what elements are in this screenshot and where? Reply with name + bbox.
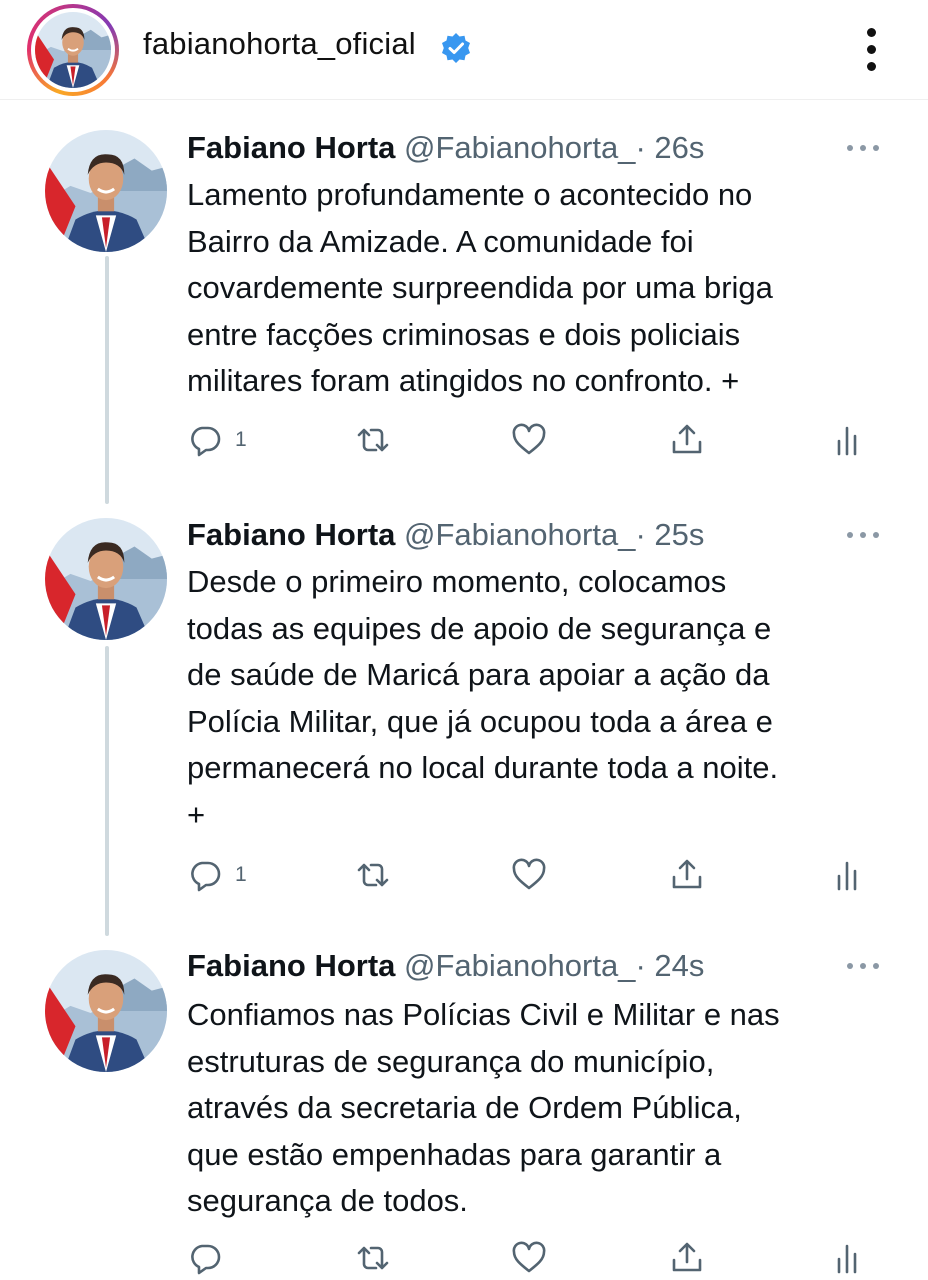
retweet-icon — [357, 428, 389, 452]
like-icon — [512, 858, 546, 890]
share-icon — [672, 424, 702, 454]
author-avatar[interactable] — [45, 518, 167, 640]
tweet-header: Fabiano Horta @Fabianohorta_· 26s — [187, 130, 704, 170]
tweet-actions — [187, 1238, 887, 1278]
share-button[interactable] — [669, 855, 705, 895]
story-avatar[interactable] — [27, 4, 119, 96]
tweet-more-icon[interactable] — [845, 960, 881, 972]
instagram-header: fabianohorta_oficial — [0, 0, 928, 100]
analytics-icon — [837, 1244, 857, 1274]
tweet-header: Fabiano Horta @Fabianohorta_· 25s — [187, 517, 704, 557]
retweet-button[interactable] — [355, 1238, 391, 1278]
author-handle[interactable]: @Fabianohorta_ — [404, 130, 635, 165]
tweet-timestamp[interactable]: · 24s — [635, 948, 704, 983]
thread-connector — [105, 646, 109, 936]
author-name[interactable]: Fabiano Horta — [187, 517, 395, 552]
analytics-button[interactable] — [831, 855, 867, 895]
analytics-icon — [837, 861, 857, 891]
reply-icon — [191, 861, 221, 892]
author-name[interactable]: Fabiano Horta — [187, 948, 395, 983]
analytics-icon — [837, 426, 857, 456]
retweet-icon — [357, 1246, 389, 1270]
retweet-icon — [357, 863, 389, 887]
reply-icon — [191, 426, 221, 457]
reply-button[interactable]: 1 — [187, 855, 247, 895]
tweet-more-icon[interactable] — [845, 529, 881, 541]
share-button[interactable] — [669, 1238, 705, 1278]
author-avatar[interactable] — [45, 130, 167, 252]
reply-count: 1 — [235, 863, 247, 886]
reply-button[interactable] — [187, 1238, 235, 1278]
analytics-button[interactable] — [831, 420, 867, 460]
thread-connector — [105, 256, 109, 504]
tweet-text: Desde o primeiro momento, colocamos toda… — [187, 564, 779, 832]
share-button[interactable] — [669, 420, 705, 460]
like-icon — [512, 423, 546, 455]
author-avatar[interactable] — [45, 950, 167, 1072]
tweet-more-icon[interactable] — [845, 142, 881, 154]
reply-button[interactable]: 1 — [187, 420, 247, 460]
author-handle[interactable]: @Fabianohorta_ — [404, 517, 635, 552]
tweet-timestamp[interactable]: · 25s — [635, 517, 704, 552]
reply-count: 1 — [235, 428, 247, 451]
share-icon — [672, 859, 702, 889]
profile-photo — [35, 12, 111, 88]
tweet-actions: 1 — [187, 420, 887, 460]
tweet-text: Confiamos nas Polícias Civil e Militar e… — [187, 997, 780, 1218]
author-handle[interactable]: @Fabianohorta_ — [404, 948, 635, 983]
retweet-button[interactable] — [355, 420, 391, 460]
tweet-text: Lamento profundamente o acontecido no Ba… — [187, 177, 773, 398]
reply-icon — [191, 1244, 221, 1275]
profile-username[interactable]: fabianohorta_oficial — [143, 26, 416, 62]
verified-badge-icon — [442, 33, 470, 63]
retweet-button[interactable] — [355, 855, 391, 895]
like-button[interactable] — [511, 420, 547, 460]
tweet-header: Fabiano Horta @Fabianohorta_· 24s — [187, 948, 704, 988]
tweet-actions: 1 — [187, 855, 887, 895]
author-name[interactable]: Fabiano Horta — [187, 130, 395, 165]
more-options-icon[interactable] — [858, 26, 886, 74]
analytics-button[interactable] — [831, 1238, 867, 1278]
share-icon — [672, 1242, 702, 1272]
like-button[interactable] — [511, 855, 547, 895]
like-button[interactable] — [511, 1238, 547, 1278]
like-icon — [512, 1241, 546, 1273]
tweet-timestamp[interactable]: · 26s — [635, 130, 704, 165]
